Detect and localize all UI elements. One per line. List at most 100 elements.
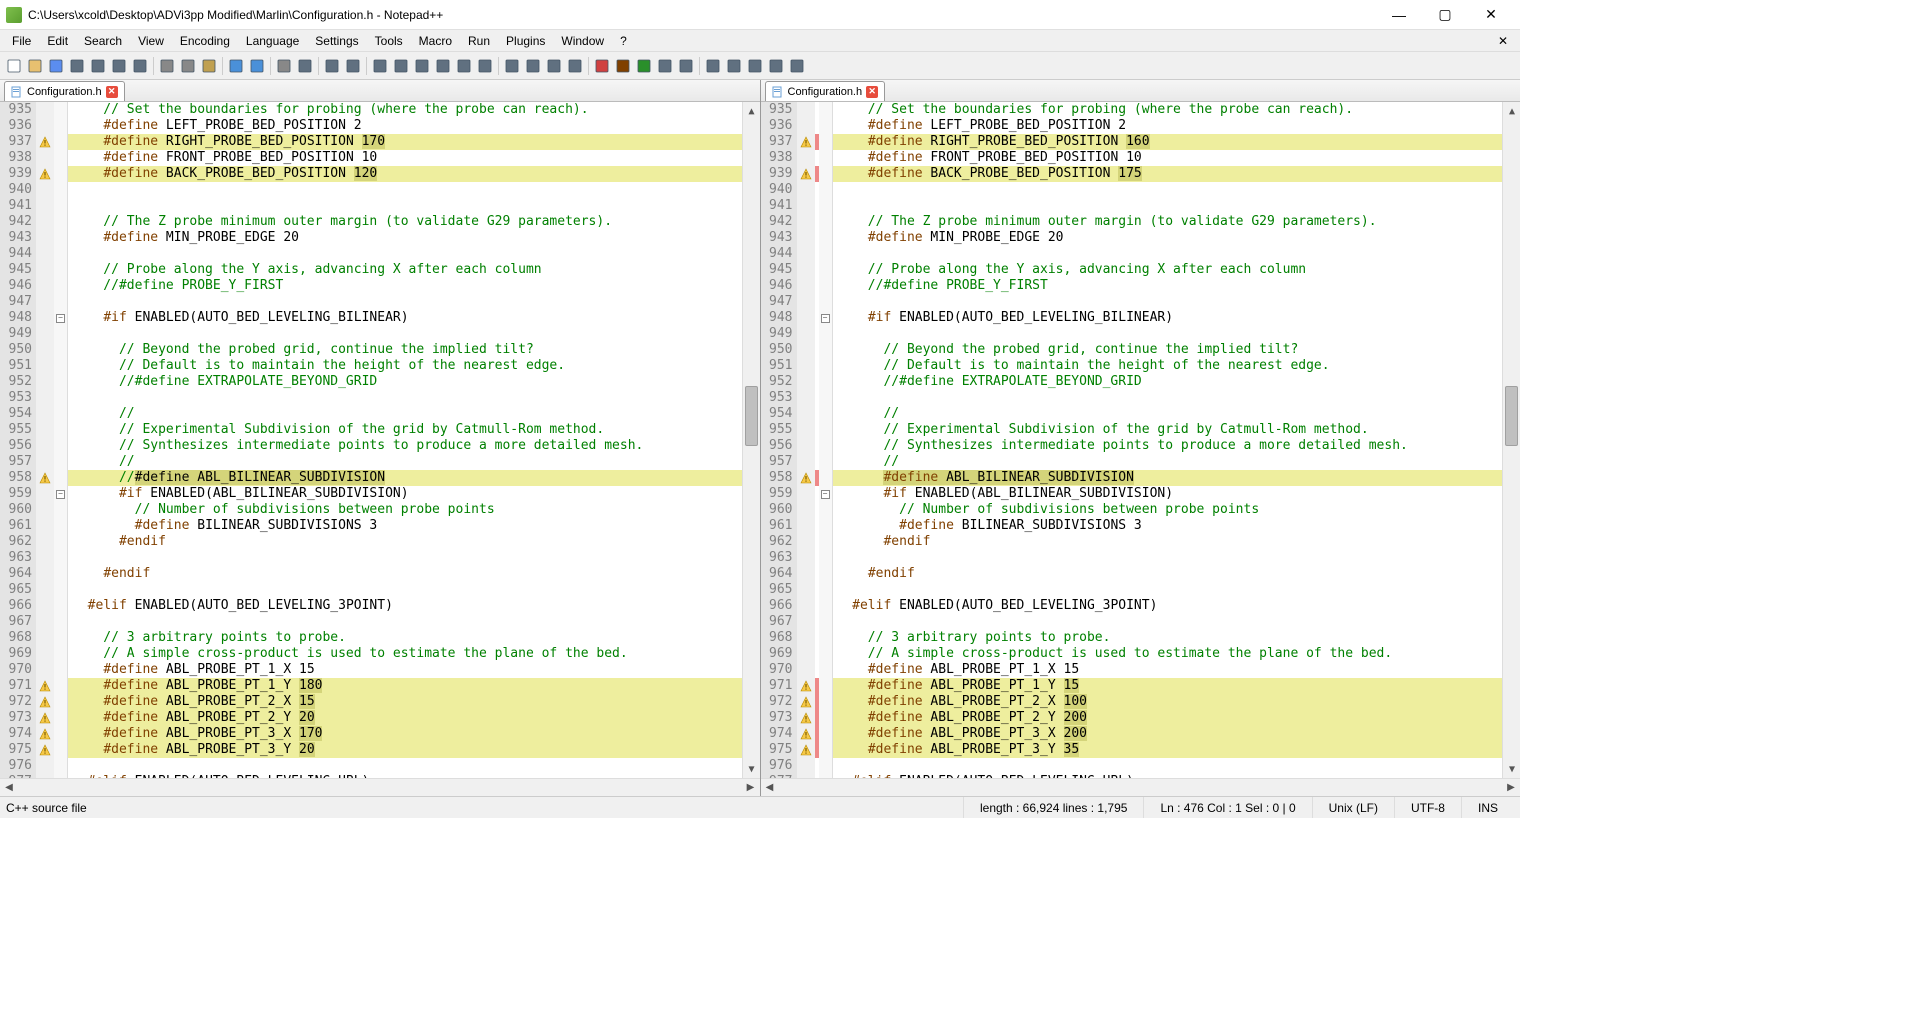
- code-line[interactable]: #define ABL_BILINEAR_SUBDIVISION: [833, 470, 1503, 486]
- file-tab[interactable]: Configuration.h ✕: [765, 81, 886, 101]
- code-line[interactable]: //: [833, 406, 1503, 422]
- status-eol[interactable]: Unix (LF): [1312, 797, 1394, 818]
- sync-button[interactable]: [370, 56, 390, 76]
- code-line[interactable]: // Probe along the Y axis, advancing X a…: [68, 262, 742, 278]
- code-line[interactable]: #if ENABLED(ABL_BILINEAR_SUBDIVISION): [833, 486, 1503, 502]
- tab-close-icon[interactable]: ✕: [106, 86, 118, 98]
- code-line[interactable]: //: [833, 454, 1503, 470]
- code-line[interactable]: [68, 582, 742, 598]
- code-area[interactable]: // Set the boundaries for probing (where…: [833, 102, 1503, 778]
- code-line[interactable]: [68, 550, 742, 566]
- code-line[interactable]: // Number of subdivisions between probe …: [68, 502, 742, 518]
- indent-guide-button[interactable]: [433, 56, 453, 76]
- code-line[interactable]: // Number of subdivisions between probe …: [833, 502, 1503, 518]
- compare-first-button[interactable]: [745, 56, 765, 76]
- vertical-scrollbar[interactable]: ▲ ▼: [742, 102, 760, 778]
- menu-run[interactable]: Run: [460, 32, 498, 50]
- code-line[interactable]: [833, 198, 1503, 214]
- play-many-button[interactable]: [655, 56, 675, 76]
- code-line[interactable]: #endif: [68, 566, 742, 582]
- code-line[interactable]: // Experimental Subdivision of the grid …: [833, 422, 1503, 438]
- menu-help[interactable]: ?: [612, 32, 635, 50]
- code-line[interactable]: #define LEFT_PROBE_BED_POSITION 2: [833, 118, 1503, 134]
- code-line[interactable]: #define ABL_PROBE_PT_3_Y 35: [833, 742, 1503, 758]
- code-line[interactable]: // Probe along the Y axis, advancing X a…: [833, 262, 1503, 278]
- code-line[interactable]: [833, 246, 1503, 262]
- code-line[interactable]: //: [68, 406, 742, 422]
- stop-button[interactable]: [613, 56, 633, 76]
- tab-close-icon[interactable]: ✕: [866, 86, 878, 98]
- code-line[interactable]: #define ABL_PROBE_PT_2_Y 200: [833, 710, 1503, 726]
- close-all-button[interactable]: [109, 56, 129, 76]
- code-line[interactable]: #define LEFT_PROBE_BED_POSITION 2: [68, 118, 742, 134]
- code-line[interactable]: #define ABL_PROBE_PT_3_Y 20: [68, 742, 742, 758]
- code-line[interactable]: #define BILINEAR_SUBDIVISIONS 3: [833, 518, 1503, 534]
- horizontal-scrollbar[interactable]: ◀ ▶: [761, 778, 1521, 796]
- code-line[interactable]: #elif ENABLED(AUTO_BED_LEVELING_UBL): [833, 774, 1503, 778]
- code-line[interactable]: #define BILINEAR_SUBDIVISIONS 3: [68, 518, 742, 534]
- menu-view[interactable]: View: [130, 32, 172, 50]
- fold-all-button[interactable]: [502, 56, 522, 76]
- code-line[interactable]: // 3 arbitrary points to probe.: [68, 630, 742, 646]
- code-line[interactable]: #define RIGHT_PROBE_BED_POSITION 170: [68, 134, 742, 150]
- code-line[interactable]: // The Z probe minimum outer margin (to …: [68, 214, 742, 230]
- close-button[interactable]: ✕: [1468, 0, 1514, 30]
- scroll-up-icon[interactable]: ▲: [1503, 102, 1520, 120]
- code-line[interactable]: #define ABL_PROBE_PT_2_X 15: [68, 694, 742, 710]
- open-button[interactable]: [25, 56, 45, 76]
- code-line[interactable]: [68, 198, 742, 214]
- fold-cell[interactable]: −: [819, 486, 832, 502]
- code-line[interactable]: #if ENABLED(ABL_BILINEAR_SUBDIVISION): [68, 486, 742, 502]
- code-line[interactable]: #endif: [833, 566, 1503, 582]
- new-button[interactable]: [4, 56, 24, 76]
- code-line[interactable]: #define ABL_PROBE_PT_1_Y 15: [833, 678, 1503, 694]
- code-line[interactable]: //#define PROBE_Y_FIRST: [833, 278, 1503, 294]
- close-button[interactable]: [88, 56, 108, 76]
- print-button[interactable]: [130, 56, 150, 76]
- code-line[interactable]: // Set the boundaries for probing (where…: [833, 102, 1503, 118]
- scroll-right-icon[interactable]: ▶: [1502, 779, 1520, 796]
- code-area[interactable]: // Set the boundaries for probing (where…: [68, 102, 742, 778]
- code-line[interactable]: [68, 294, 742, 310]
- code-line[interactable]: //#define ABL_BILINEAR_SUBDIVISION: [68, 470, 742, 486]
- code-line[interactable]: #define BACK_PROBE_BED_POSITION 175: [833, 166, 1503, 182]
- code-line[interactable]: [68, 614, 742, 630]
- menu-window[interactable]: Window: [553, 32, 612, 50]
- code-line[interactable]: #elif ENABLED(AUTO_BED_LEVELING_3POINT): [833, 598, 1503, 614]
- fold-level-button[interactable]: [544, 56, 564, 76]
- scroll-down-icon[interactable]: ▼: [1503, 760, 1520, 778]
- code-line[interactable]: #define ABL_PROBE_PT_1_X 15: [68, 662, 742, 678]
- lang-button[interactable]: [454, 56, 474, 76]
- invisible-button[interactable]: [412, 56, 432, 76]
- menubar-close-icon[interactable]: ✕: [1492, 34, 1514, 48]
- wrap-button[interactable]: [391, 56, 411, 76]
- paste-button[interactable]: [199, 56, 219, 76]
- code-line[interactable]: // Default is to maintain the height of …: [833, 358, 1503, 374]
- vertical-scrollbar[interactable]: ▲ ▼: [1502, 102, 1520, 778]
- code-line[interactable]: [68, 182, 742, 198]
- maximize-button[interactable]: ▢: [1422, 0, 1468, 30]
- code-line[interactable]: #endif: [68, 534, 742, 550]
- status-insert-mode[interactable]: INS: [1461, 797, 1514, 818]
- fold-cell[interactable]: −: [54, 486, 67, 502]
- fold-cell[interactable]: −: [819, 310, 832, 326]
- save-macro-button[interactable]: [676, 56, 696, 76]
- code-line[interactable]: // Set the boundaries for probing (where…: [68, 102, 742, 118]
- menu-edit[interactable]: Edit: [39, 32, 76, 50]
- status-encoding[interactable]: UTF-8: [1394, 797, 1461, 818]
- scroll-thumb[interactable]: [745, 386, 758, 446]
- horizontal-scrollbar[interactable]: ◀ ▶: [0, 778, 760, 796]
- scroll-left-icon[interactable]: ◀: [0, 779, 18, 796]
- code-line[interactable]: #define ABL_PROBE_PT_2_X 100: [833, 694, 1503, 710]
- code-line[interactable]: #define FRONT_PROBE_BED_POSITION 10: [833, 150, 1503, 166]
- fold-cell[interactable]: −: [54, 310, 67, 326]
- code-line[interactable]: [68, 390, 742, 406]
- code-line[interactable]: [833, 390, 1503, 406]
- doc-map-button[interactable]: [475, 56, 495, 76]
- scroll-left-icon[interactable]: ◀: [761, 779, 779, 796]
- cut-button[interactable]: [157, 56, 177, 76]
- minimize-button[interactable]: —: [1376, 0, 1422, 30]
- code-line[interactable]: #if ENABLED(AUTO_BED_LEVELING_BILINEAR): [833, 310, 1503, 326]
- code-line[interactable]: [833, 326, 1503, 342]
- code-line[interactable]: [833, 182, 1503, 198]
